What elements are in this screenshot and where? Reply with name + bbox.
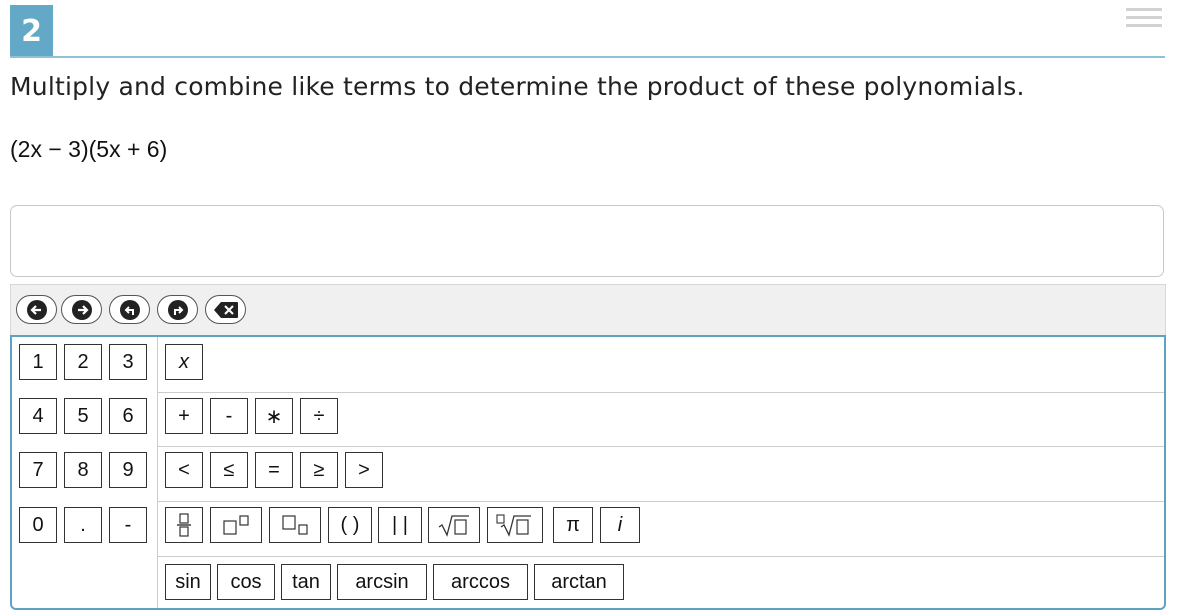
sqrt-icon[interactable] — [428, 507, 480, 543]
nth-root-icon[interactable] — [487, 507, 543, 543]
imaginary-unit-button[interactable]: i — [600, 507, 640, 543]
parentheses-button[interactable]: ( ) — [328, 507, 372, 543]
row-divider — [157, 556, 1164, 557]
pi-button[interactable]: π — [553, 507, 593, 543]
question-divider — [10, 56, 1165, 58]
absolute-value-button[interactable]: | | — [378, 507, 422, 543]
arrow-right-icon[interactable] — [61, 295, 102, 324]
expression-text: (2x − 3)(5x + 6) — [10, 136, 168, 162]
key-5[interactable]: 5 — [64, 398, 102, 434]
key-x[interactable]: x — [165, 344, 203, 380]
key-greater-equal[interactable]: ≥ — [300, 452, 338, 488]
key-arctan[interactable]: arctan — [534, 564, 624, 600]
key-decimal[interactable]: . — [64, 507, 102, 543]
key-8[interactable]: 8 — [64, 452, 102, 488]
key-less-than[interactable]: < — [165, 452, 203, 488]
hamburger-menu-icon[interactable] — [1126, 8, 1162, 32]
backspace-icon[interactable] — [205, 295, 246, 324]
key-9[interactable]: 9 — [109, 452, 147, 488]
key-negative[interactable]: - — [109, 507, 147, 543]
key-equals[interactable]: = — [255, 452, 293, 488]
arrow-left-icon[interactable] — [16, 295, 57, 324]
key-6[interactable]: 6 — [109, 398, 147, 434]
fraction-icon[interactable] — [165, 507, 203, 543]
editor-toolbar — [10, 284, 1166, 336]
key-4[interactable]: 4 — [19, 398, 57, 434]
key-divide[interactable]: ÷ — [300, 398, 338, 434]
key-multiply[interactable]: ∗ — [255, 398, 293, 434]
key-arccos[interactable]: arccos — [433, 564, 528, 600]
question-prompt: Multiply and combine like terms to deter… — [10, 72, 1025, 101]
key-sin[interactable]: sin — [165, 564, 211, 600]
undo-icon[interactable] — [109, 295, 150, 324]
key-3[interactable]: 3 — [109, 344, 147, 380]
math-keypad: 1 2 3 4 5 6 7 8 9 0 . - x + - ∗ ÷ < ≤ = … — [10, 335, 1166, 610]
key-arcsin[interactable]: arcsin — [337, 564, 427, 600]
key-tan[interactable]: tan — [281, 564, 331, 600]
row-divider — [157, 446, 1164, 447]
key-less-equal[interactable]: ≤ — [210, 452, 248, 488]
answer-input[interactable] — [10, 205, 1164, 277]
key-cos[interactable]: cos — [217, 564, 275, 600]
redo-icon[interactable] — [157, 295, 198, 324]
polynomial-expression: (2x − 3)(5x + 6) — [10, 136, 167, 163]
row-divider — [157, 392, 1164, 393]
subscript-icon[interactable] — [269, 507, 321, 543]
row-divider — [157, 501, 1164, 502]
key-plus[interactable]: + — [165, 398, 203, 434]
key-1[interactable]: 1 — [19, 344, 57, 380]
key-7[interactable]: 7 — [19, 452, 57, 488]
key-2[interactable]: 2 — [64, 344, 102, 380]
key-greater-than[interactable]: > — [345, 452, 383, 488]
keypad-divider — [157, 337, 158, 608]
question-number: 2 — [10, 5, 53, 57]
key-0[interactable]: 0 — [19, 507, 57, 543]
superscript-icon[interactable] — [210, 507, 262, 543]
key-minus[interactable]: - — [210, 398, 248, 434]
